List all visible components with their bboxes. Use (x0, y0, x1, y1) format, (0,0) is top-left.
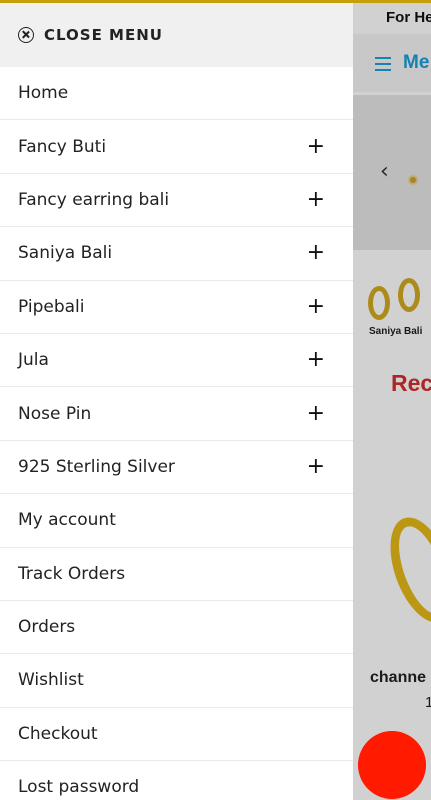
menu-item-wishlist[interactable]: Wishlist (0, 654, 353, 708)
menu-item-label[interactable]: My account (18, 510, 116, 530)
plus-icon[interactable]: + (307, 242, 325, 264)
menu-item-label[interactable]: Track Orders (18, 564, 125, 584)
menu-item-jula[interactable]: Jula + (0, 334, 353, 388)
menu-item-label[interactable]: Fancy earring bali (18, 190, 169, 210)
close-menu-button[interactable]: CLOSE MENU (0, 3, 353, 67)
menu-list: Home Fancy Buti + Fancy earring bali + Saniya… (0, 67, 353, 800)
menu-item-orders[interactable]: Orders (0, 601, 353, 655)
menu-item-label[interactable]: Fancy Buti (18, 137, 106, 157)
menu-item-track-orders[interactable]: Track Orders (0, 548, 353, 601)
plus-icon[interactable]: + (307, 349, 325, 371)
plus-icon[interactable]: + (307, 295, 325, 318)
menu-item-label[interactable]: Saniya Bali (18, 243, 112, 263)
close-icon[interactable] (18, 27, 34, 43)
floating-action-button[interactable] (358, 731, 426, 799)
menu-item-fancy-earring-bali[interactable]: Fancy earring bali + (0, 174, 353, 228)
plus-icon[interactable]: + (307, 402, 325, 425)
menu-item-home[interactable]: Home (0, 67, 353, 121)
menu-item-label[interactable]: Jula (18, 350, 49, 370)
menu-item-fancy-buti[interactable]: Fancy Buti + (0, 120, 353, 174)
plus-icon[interactable]: + (307, 135, 325, 158)
menu-item-label[interactable]: Wishlist (18, 670, 84, 690)
menu-item-925-sterling-silver[interactable]: 925 Sterling Silver + (0, 441, 353, 495)
side-drawer-menu: CLOSE MENU Home Fancy Buti + Fancy earring … (0, 3, 353, 800)
menu-item-nose-pin[interactable]: Nose Pin + (0, 387, 353, 441)
menu-item-label[interactable]: Lost password (18, 777, 139, 797)
menu-item-label[interactable]: Pipebali (18, 297, 85, 317)
plus-icon[interactable]: + (307, 455, 325, 478)
menu-item-lost-password[interactable]: Lost password (0, 761, 353, 800)
menu-item-label[interactable]: Orders (18, 617, 75, 637)
menu-item-my-account[interactable]: My account (0, 494, 353, 548)
menu-item-label[interactable]: Home (18, 83, 68, 103)
menu-item-saniya-bali[interactable]: Saniya Bali + (0, 227, 353, 281)
close-menu-label[interactable]: CLOSE MENU (44, 26, 163, 44)
menu-item-label[interactable]: Nose Pin (18, 404, 91, 424)
plus-icon[interactable]: + (307, 188, 325, 211)
menu-item-checkout[interactable]: Checkout (0, 708, 353, 762)
menu-item-label[interactable]: 925 Sterling Silver (18, 457, 175, 477)
menu-item-pipebali[interactable]: Pipebali + (0, 281, 353, 334)
menu-item-label[interactable]: Checkout (18, 724, 98, 744)
